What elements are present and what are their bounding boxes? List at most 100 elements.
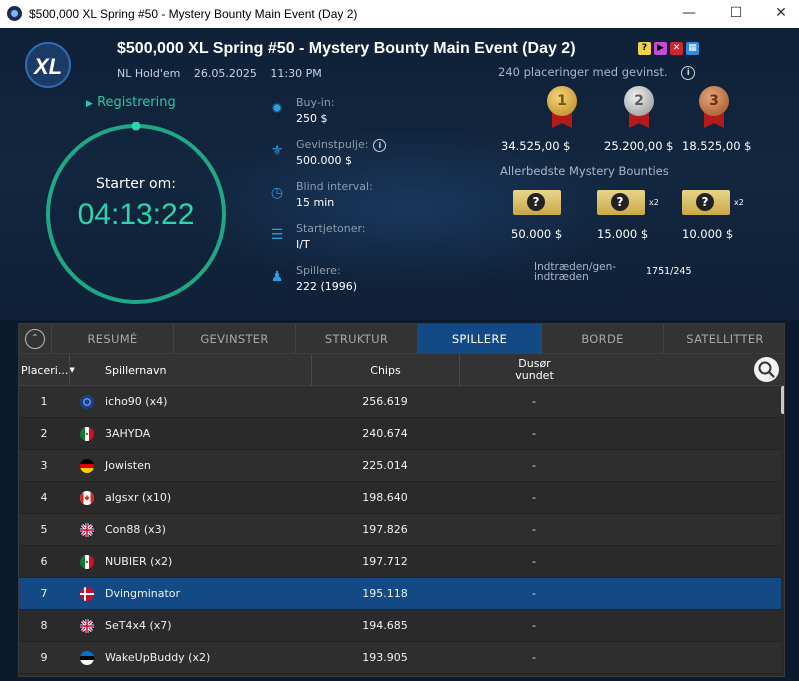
stat-starting-chips: ☰ Startjetoner: I/T	[266, 222, 386, 264]
search-button[interactable]	[754, 357, 779, 382]
players-panel: ⌃ RESUMÉ GEVINSTER STRUKTUR SPILLERE BOR…	[18, 323, 785, 677]
stat-value: 250 $	[296, 112, 328, 125]
start-date: 26.05.2025	[193, 67, 257, 80]
row-place: 2	[40, 427, 48, 440]
flag-globe-icon	[80, 395, 94, 409]
column-chips[interactable]: Chips	[311, 354, 459, 386]
bounty-value: 10.000 $	[682, 227, 734, 241]
tab-resume[interactable]: RESUMÉ	[51, 324, 173, 354]
tournament-stats: ✹ Buy-in: 250 $ ⚜ Gevinstpulje: i 500.000…	[266, 96, 387, 306]
table-row[interactable]: 4 algsxr (x10) 198.640 -	[19, 482, 782, 514]
tournament-header: XL $500,000 XL Spring #50 - Mystery Boun…	[0, 28, 799, 320]
row-place: 5	[40, 523, 48, 536]
table-row[interactable]: 1 icho90 (x4) 256.619 -	[19, 386, 782, 418]
stat-value: 500.000 $	[296, 154, 352, 167]
tab-tables[interactable]: BORDE	[541, 324, 663, 354]
play-triangle-icon: ▶	[86, 99, 93, 109]
window-title: $500,000 XL Spring #50 - Mystery Bounty …	[29, 7, 358, 21]
column-bounty-won[interactable]: Dusør vundet	[459, 354, 609, 386]
row-bounty: -	[532, 427, 536, 440]
row-chips: 256.619	[362, 395, 408, 408]
flag-gb-icon	[80, 523, 94, 537]
row-player-name: 3AHYDA	[105, 427, 151, 440]
table-row[interactable]: 7 Dvingminator 195.118 -	[19, 578, 782, 610]
trophy-icon: ⚜	[270, 143, 284, 159]
question-badge-icon: ?	[638, 42, 651, 55]
stat-value: 15 min	[296, 196, 335, 209]
tournament-type-icons: ? ▶ ✕ ▦	[638, 42, 699, 55]
window-titlebar: $500,000 XL Spring #50 - Mystery Bounty …	[0, 0, 799, 28]
placements-text: 240 placeringer med gevinst.	[498, 65, 668, 79]
row-player-name: algsxr (x10)	[105, 491, 172, 504]
tab-bar: ⌃ RESUMÉ GEVINSTER STRUKTUR SPILLERE BOR…	[19, 324, 784, 354]
app-icon	[7, 6, 22, 21]
start-time: 11:30 PM	[270, 67, 322, 80]
search-icon	[758, 361, 775, 378]
collapse-chevron-icon[interactable]: ⌃	[25, 329, 45, 349]
row-place: 6	[40, 555, 48, 568]
prizepool-info-icon[interactable]: i	[373, 138, 387, 152]
scrollbar[interactable]	[781, 386, 784, 676]
row-chips: 197.826	[362, 523, 408, 536]
tab-structure[interactable]: STRUKTUR	[295, 324, 417, 354]
row-place: 8	[40, 619, 48, 632]
countdown-value: 04:13:22	[77, 198, 195, 231]
table-row[interactable]: 9 WakeUpBuddy (x2) 193.905 -	[19, 642, 782, 674]
table-row[interactable]: 3 Jowisten 225.014 -	[19, 450, 782, 482]
row-chips: 195.118	[362, 587, 408, 600]
svg-text:XL: XL	[32, 54, 62, 79]
column-player-name[interactable]: Spillernavn	[69, 354, 311, 386]
no-rebuy-badge-icon: ✕	[670, 42, 683, 55]
flag-ca-icon	[80, 491, 94, 505]
person-icon: ♟	[270, 269, 284, 285]
table-row[interactable]: 8 SeT4x4 (x7) 194.685 -	[19, 610, 782, 642]
table-row[interactable]: 6 NUBIER (x2) 197.712 -	[19, 546, 782, 578]
row-player-name: NUBIER (x2)	[105, 555, 173, 568]
bounty-ticket-icon: ?	[513, 190, 561, 215]
row-chips: 194.685	[362, 619, 408, 632]
tab-players[interactable]: SPILLERE	[417, 324, 541, 354]
game-type: NL Hold'em	[117, 67, 181, 80]
row-place: 1	[40, 395, 48, 408]
row-bounty: -	[532, 459, 536, 472]
flag-dk-icon	[80, 587, 94, 601]
bounty-ticket-icon: ?	[597, 190, 645, 215]
row-place: 7	[40, 587, 48, 600]
row-player-name: Dvingminator	[105, 587, 181, 600]
maximize-button[interactable]: ☐	[718, 3, 754, 25]
row-bounty: -	[532, 555, 536, 568]
row-chips: 198.640	[362, 491, 408, 504]
row-bounty: -	[532, 587, 536, 600]
row-player-name: SeT4x4 (x7)	[105, 619, 172, 632]
bounty-value: 15.000 $	[597, 227, 649, 241]
bronze-medal-icon: 3	[697, 86, 731, 130]
tab-satellites[interactable]: SATELLITTER	[663, 324, 784, 354]
xl-logo-icon: XL	[25, 42, 71, 88]
close-button[interactable]: ✕	[763, 3, 799, 25]
prize-1st: 34.525,00 $	[501, 139, 571, 153]
table-row[interactable]: 2 3AHYDA 240.674 -	[19, 418, 782, 450]
row-place: 3	[40, 459, 48, 472]
tournament-title: $500,000 XL Spring #50 - Mystery Bounty …	[117, 40, 576, 57]
flag-mx-icon	[80, 555, 94, 569]
reentry-value: 1751/245	[646, 266, 692, 277]
row-bounty: -	[532, 523, 536, 536]
stat-prizepool: ⚜ Gevinstpulje: i 500.000 $	[266, 138, 387, 180]
stat-value: 222 (1996)	[296, 280, 358, 293]
silver-medal-icon: 2	[622, 86, 656, 130]
stat-key: Spillere:	[296, 264, 341, 277]
prize-2nd: 25.200,00 $	[604, 139, 674, 153]
row-bounty: -	[532, 651, 536, 664]
info-icon[interactable]: i	[681, 65, 696, 80]
gold-medal-icon: 1	[545, 86, 579, 130]
stat-buyin: ✹ Buy-in: 250 $	[266, 96, 386, 138]
minimize-button[interactable]: —	[671, 3, 707, 25]
column-place[interactable]: Placeri... ▼	[21, 354, 75, 386]
countdown-timer: Starter om: 04:13:22	[44, 122, 228, 306]
stat-key: Startjetoner:	[296, 222, 366, 235]
table-row[interactable]: 5 Con88 (x3) 197.826 -	[19, 514, 782, 546]
row-chips: 240.674	[362, 427, 408, 440]
tab-prizes[interactable]: GEVINSTER	[173, 324, 295, 354]
scrollbar-thumb[interactable]	[781, 386, 784, 414]
prize-3rd: 18.525,00 $	[682, 139, 752, 153]
